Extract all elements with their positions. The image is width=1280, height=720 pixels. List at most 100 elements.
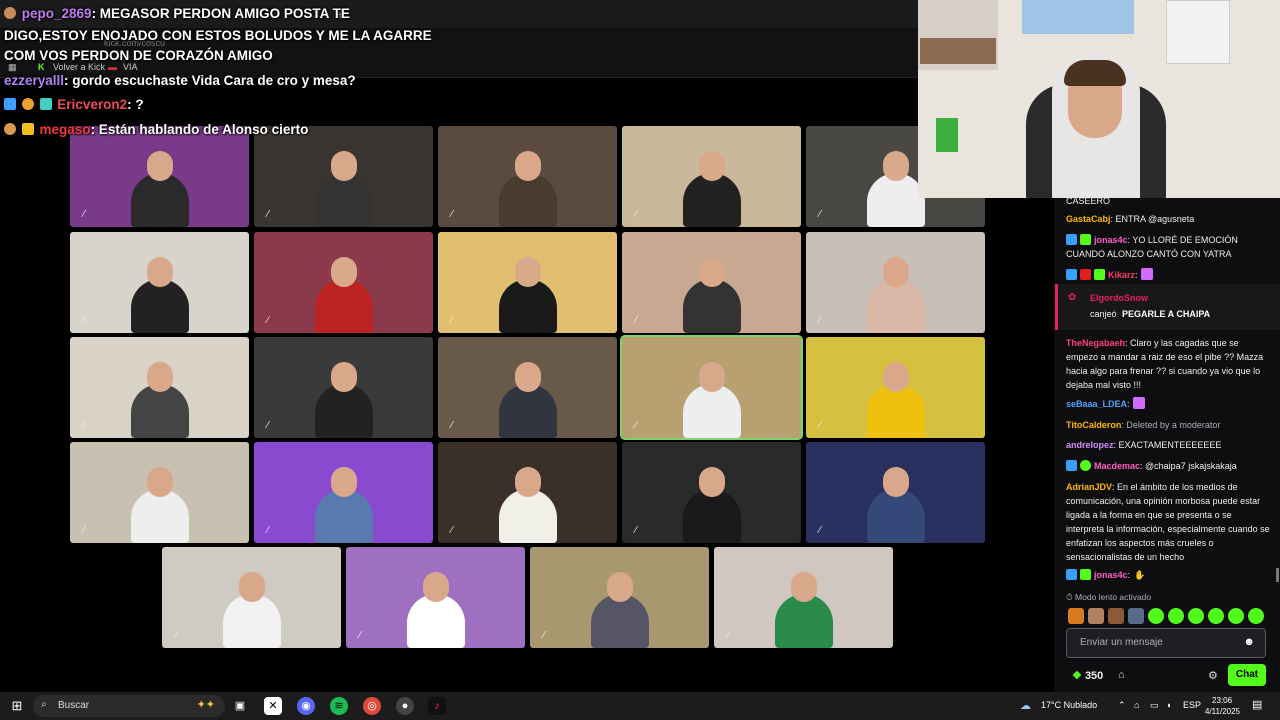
video-tile[interactable]: ⁄: [438, 442, 617, 543]
chat-username[interactable]: jonas4c: [1094, 235, 1128, 245]
badge-icon: [4, 123, 16, 135]
flag-icon: ▬: [108, 62, 117, 72]
badge-icon: [1066, 460, 1077, 471]
video-tile[interactable]: ⁄: [714, 547, 893, 648]
task-view-icon[interactable]: ▣: [231, 697, 249, 715]
language-indicator[interactable]: ESP: [1183, 700, 1201, 710]
chat-username[interactable]: andrelopez: [1066, 440, 1114, 450]
participant-head: [514, 362, 541, 392]
chat-message: andrelopez: EXACTAMENTEEEEEEE: [1066, 440, 1222, 450]
participant-head: [790, 572, 817, 602]
video-tile[interactable]: ⁄: [346, 547, 525, 648]
video-tile[interactable]: ⁄: [530, 547, 709, 648]
video-tile[interactable]: ⁄: [620, 335, 803, 440]
discord-icon[interactable]: ◉: [297, 697, 315, 715]
taskbar-search[interactable]: ⌕ Buscar ✦✦: [33, 695, 225, 717]
chat-panel: CASEERO GastaCabj: ENTRA @agusneta jonas…: [1054, 196, 1280, 692]
video-tile[interactable]: ⁄: [438, 232, 617, 333]
chat-message: CASEERO: [1066, 196, 1111, 206]
obs-icon[interactable]: ●: [396, 697, 414, 715]
video-tile[interactable]: ⁄: [806, 232, 985, 333]
apps-icon[interactable]: ▦: [8, 62, 17, 73]
participant-body: [682, 173, 741, 227]
battery-icon[interactable]: ▭: [1150, 700, 1159, 711]
chrome-icon[interactable]: ◎: [363, 697, 381, 715]
windows-start-icon[interactable]: ⊞: [8, 697, 26, 715]
network-icon[interactable]: ⌂: [1134, 700, 1139, 710]
chat-username[interactable]: seBaaa_LDEA: [1066, 399, 1127, 409]
chat-message-input[interactable]: Enviar un mensaje ☻: [1066, 628, 1266, 658]
video-tile[interactable]: ⁄: [70, 232, 249, 333]
video-tile[interactable]: ⁄: [70, 337, 249, 438]
chat-message: TitoCalderon: Deleted by a moderator: [1066, 420, 1221, 430]
channel-points[interactable]: ❖ 350: [1072, 669, 1103, 682]
emote-icon[interactable]: [1088, 608, 1104, 624]
video-tile[interactable]: ⁄: [254, 337, 433, 438]
chat-username[interactable]: jonas4c: [1094, 570, 1128, 580]
video-tile[interactable]: ⁄: [438, 126, 617, 227]
emote-icon[interactable]: [1168, 608, 1184, 624]
video-tile[interactable]: ⁄: [70, 126, 249, 227]
clock-date[interactable]: 4/11/2025: [1205, 707, 1240, 716]
emote-icon[interactable]: [1128, 608, 1144, 624]
hidden-icons-chevron-icon[interactable]: ⌃: [1118, 700, 1126, 711]
send-chat-button[interactable]: Chat: [1228, 664, 1266, 686]
participant-head: [698, 467, 725, 497]
weather-text[interactable]: 17°C Nublado: [1041, 700, 1097, 710]
chat-username[interactable]: GastaCabj: [1066, 214, 1111, 224]
chat-settings-icon[interactable]: ⚙: [1208, 669, 1218, 682]
notifications-icon[interactable]: ▤: [1252, 698, 1262, 711]
badge-icon: [1066, 569, 1077, 580]
bookmark-volver-kick[interactable]: Volver a Kick: [53, 62, 105, 72]
video-tile[interactable]: ⁄: [254, 126, 433, 227]
participant-body: [498, 489, 557, 543]
emote-icon[interactable]: [1188, 608, 1204, 624]
video-tile[interactable]: ⁄: [254, 442, 433, 543]
participant-head: [146, 257, 173, 287]
spotify-icon[interactable]: ≋: [330, 697, 348, 715]
video-tile[interactable]: ⁄: [254, 232, 433, 333]
clock-time[interactable]: 23:06: [1212, 696, 1232, 705]
video-tile[interactable]: ⁄: [806, 337, 985, 438]
emote-icon[interactable]: [1228, 608, 1244, 624]
video-tile[interactable]: ⁄: [622, 126, 801, 227]
video-tile[interactable]: ⁄: [622, 232, 801, 333]
chat-username[interactable]: AdrianJDV: [1066, 482, 1112, 492]
chat-username[interactable]: TitoCalderon: [1066, 420, 1121, 430]
chat-message: Kikarz:: [1066, 268, 1272, 282]
emote-icon[interactable]: [1148, 608, 1164, 624]
emote-icon[interactable]: [1108, 608, 1124, 624]
overlay-message: : Están hablando de Alonso cierto: [90, 122, 309, 137]
tiktok-icon[interactable]: ♪: [428, 697, 446, 715]
emote-quick-bar: [1068, 608, 1264, 626]
participant-head: [146, 467, 173, 497]
user-badge-icon: [4, 7, 16, 19]
chat-username[interactable]: Macdemac: [1094, 461, 1140, 471]
participant-body: [866, 173, 925, 227]
emote-icon[interactable]: [1068, 608, 1084, 624]
overlay-username: megaso: [39, 122, 91, 137]
redeem-username[interactable]: ElgordoSnow: [1090, 293, 1148, 303]
video-tile[interactable]: ⁄: [70, 442, 249, 543]
bookmark-via[interactable]: VIA: [123, 62, 138, 72]
app-icon[interactable]: ✕: [264, 697, 282, 715]
video-tile[interactable]: ⁄: [806, 442, 985, 543]
sub-badge-icon: [1080, 460, 1091, 471]
emoji-picker-icon[interactable]: ☻: [1243, 636, 1255, 648]
chat-username[interactable]: Kikarz: [1108, 270, 1135, 280]
video-tile[interactable]: ⁄: [622, 442, 801, 543]
mic-muted-icon: ⁄: [727, 630, 729, 641]
mic-muted-icon: ⁄: [267, 420, 269, 431]
store-icon[interactable]: ⌂: [1118, 669, 1125, 681]
video-tile[interactable]: ⁄: [162, 547, 341, 648]
emote-icon[interactable]: [1248, 608, 1264, 624]
chat-username[interactable]: TheNegabaeh: [1066, 338, 1125, 348]
streamer-hair: [1064, 60, 1126, 86]
chat-scrollbar[interactable]: [1276, 568, 1279, 582]
emote-icon[interactable]: [1208, 608, 1224, 624]
emote-icon: [1140, 268, 1153, 280]
video-tile[interactable]: ⁄: [438, 337, 617, 438]
badge-icon: [1066, 234, 1077, 245]
volume-icon[interactable]: ◖: [1166, 700, 1171, 710]
reward-redeem-card: ✿ ElgordoSnow canjeó PEGARLE A CHAIPA: [1055, 284, 1280, 330]
